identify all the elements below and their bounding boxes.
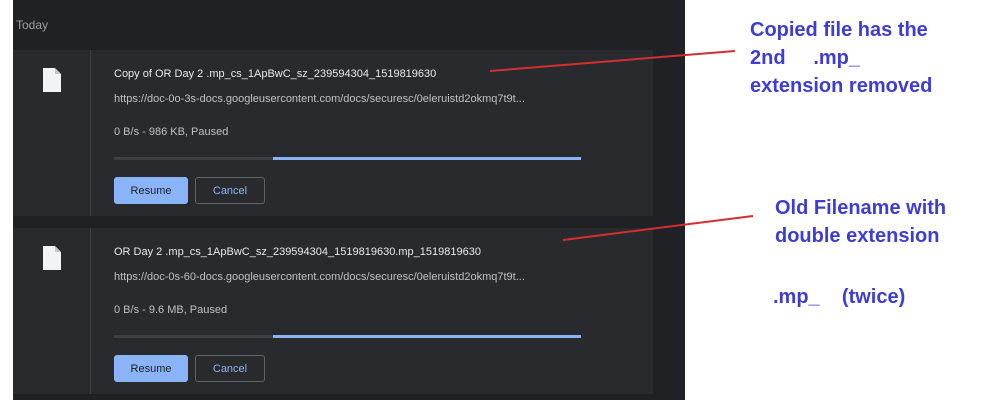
annotation-line-2: [562, 215, 754, 241]
annotation-line-1: [489, 50, 736, 72]
annotation-twice: .mp_ (twice): [773, 286, 906, 308]
annotation-old-filename: Old Filename with double extension: [775, 197, 947, 247]
annotation-copied-file: Copied file has the 2nd .mp_ extension r…: [750, 19, 933, 97]
